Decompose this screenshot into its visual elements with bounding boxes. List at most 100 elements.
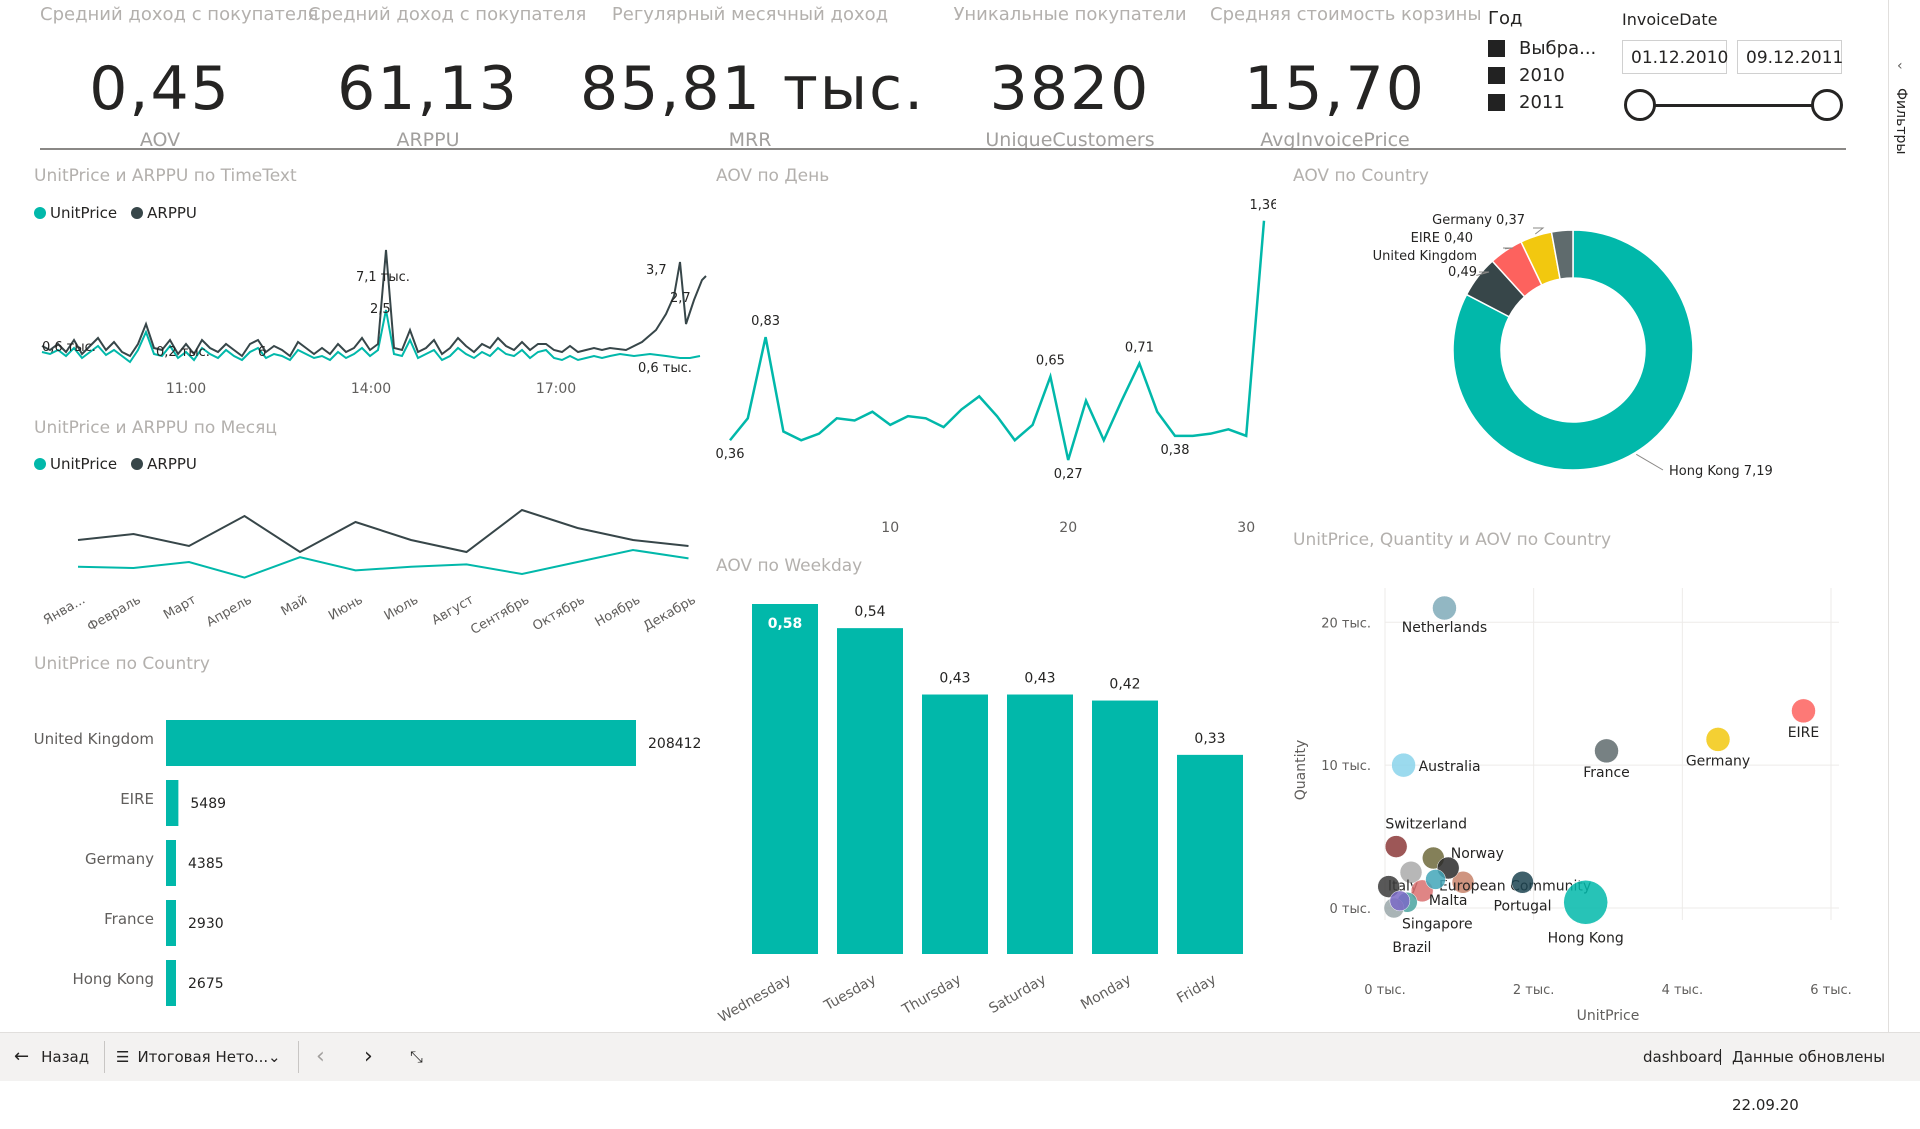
scatter-point (1594, 738, 1619, 764)
kpi-aov: Средний доход с покупателя 0,45 AOV (40, 0, 319, 151)
country-bar-value: 5489 (190, 796, 226, 812)
country-bar (166, 900, 176, 946)
kpi-caption: Средний доход с покупателя (308, 4, 587, 25)
next-page-button[interactable]: › (364, 1033, 373, 1081)
month-x-tick: Декабрь (641, 592, 699, 634)
visual-title-day: AOV по День (716, 166, 830, 186)
chart-donut[interactable]: Hong Kong 7,19 United Kingdom0,49 EIRE 0,4… (1293, 200, 1883, 500)
weekday-bar (922, 694, 988, 954)
visual-title-month: UnitPrice и ARPPU по Месяц (34, 418, 277, 438)
scatter-point-label: Brazil (1392, 940, 1431, 956)
kpi-caption: Уникальные покупатели (953, 4, 1187, 25)
scatter-point-label: Germany (1686, 753, 1750, 769)
scatter-x-tick: 6 тыс. (1810, 983, 1852, 998)
back-button[interactable]: ← Назад (14, 1033, 89, 1081)
legend-timetext: UnitPrice ARPPU (34, 204, 197, 222)
weekday-bar (1177, 754, 1243, 954)
donut-label: EIRE 0,40 (1411, 231, 1473, 246)
chart-day[interactable]: 0,36 0,83 0,65 0,27 0,71 0,38 1,36 10 20 30 (716, 196, 1276, 546)
chart-scatter[interactable]: 0 тыс. 10 тыс. 20 тыс. 0 тыс. 2 тыс. 4 тыс. 6 … (1293, 560, 1873, 1030)
date-range-end-handle[interactable] (1811, 89, 1843, 121)
year-option-label: 2011 (1519, 92, 1565, 113)
filters-pane-label[interactable]: Фильтры (1893, 88, 1909, 154)
weekday-data-label: 0,42 (1109, 677, 1140, 693)
month-x-tick: Сентябрь (468, 592, 532, 637)
scatter-point (1791, 698, 1816, 724)
weekday-x-tick: Monday (1078, 972, 1134, 1013)
chart-weekday[interactable]: 0,58 Wednesday 0,54 Tuesday 0,43 Thursday 0,43… (716, 590, 1276, 1030)
chart-country-bar[interactable]: United Kingdom 208412 EIRE 5489 Germany 4385 F… (30, 700, 720, 1020)
country-bar-category: Hong Kong (72, 970, 154, 988)
prev-page-button[interactable]: ‹ (316, 1033, 325, 1081)
legend-item-arppu[interactable]: ARPPU (131, 455, 197, 473)
fit-page-button[interactable]: ⤡ (410, 1033, 423, 1081)
footer-bar: ← Назад ☰ Итоговая Нето... ⌄ ‹ › ⤡ dashboa… (0, 1032, 1920, 1114)
page-list-icon: ☰ (116, 1048, 130, 1066)
day-x-tick: 30 (1237, 520, 1255, 536)
year-slicer-title: Год (1488, 8, 1523, 29)
day-data-label: 1,36 (1250, 198, 1276, 213)
visual-title-country-bar: UnitPrice по Country (34, 654, 210, 674)
scatter-point-label: France (1583, 765, 1630, 781)
timetext-x-tick: 14:00 (351, 381, 391, 397)
donut-leader-line (1636, 453, 1664, 471)
weekday-bar (837, 628, 903, 954)
month-x-tick: Июнь (326, 592, 365, 623)
weekday-bar (1092, 700, 1158, 954)
country-bar-category: United Kingdom (34, 730, 154, 748)
country-bar (166, 780, 179, 826)
donut-leader-line (1533, 227, 1545, 235)
country-bar (166, 720, 636, 766)
year-option-label: 2010 (1519, 65, 1565, 86)
country-bar (166, 960, 176, 1006)
visual-title-weekday: AOV по Weekday (716, 556, 863, 576)
legend-item-unitprice[interactable]: UnitPrice (34, 455, 117, 473)
donut-label: United Kingdom (1373, 249, 1477, 264)
timetext-label-6: 2,7 (670, 291, 691, 306)
scatter-point (1391, 752, 1416, 778)
kpi-value: 61,13 (337, 54, 519, 124)
scatter-point-label: Portugal (1494, 898, 1552, 914)
page-selector[interactable]: ☰ Итоговая Нето... ⌄ (116, 1033, 296, 1081)
month-x-tick: Май (279, 592, 310, 619)
year-option-2010[interactable]: 2010 (1488, 62, 1618, 89)
date-end-input[interactable]: 09.12.2011 (1737, 40, 1843, 74)
date-range-start-handle[interactable] (1624, 89, 1656, 121)
weekday-data-label: 0,43 (939, 671, 970, 687)
legend-item-unitprice[interactable]: UnitPrice (34, 204, 117, 222)
timetext-label-0: 0,6 тыс. (42, 340, 96, 355)
weekday-data-label: 0,54 (854, 604, 885, 620)
scatter-point-label: EIRE (1788, 725, 1820, 741)
chevron-left-icon[interactable]: ‹ (1897, 58, 1903, 74)
scatter-point-label: Netherlands (1402, 620, 1487, 636)
chevron-right-icon: › (364, 1044, 373, 1069)
visual-title-donut: AOV по Country (1293, 166, 1429, 186)
year-option-2011[interactable]: 2011 (1488, 89, 1618, 116)
date-range-track[interactable] (1640, 104, 1826, 107)
scatter-point (1511, 871, 1534, 894)
legend-item-arppu[interactable]: ARPPU (131, 204, 197, 222)
chart-month[interactable]: Янва...Февраль Март Апрель Май Июнь Июль Авгус… (30, 490, 710, 640)
month-x-tick: Апрель (204, 592, 254, 630)
year-option-label: Выбра... (1519, 38, 1597, 59)
chart-timetext[interactable]: 0,6 тыс. 0,2 тыс. 6 7,1 тыс. 2,5 3,7 2,7… (30, 240, 710, 400)
checkbox-icon (1488, 40, 1505, 57)
year-option-select-all[interactable]: Выбра... (1488, 35, 1618, 62)
kpi-arppu: Средний доход с покупателя 61,13 ARPPU (308, 0, 587, 151)
day-x-tick: 20 (1059, 520, 1077, 536)
weekday-data-label: 0,33 (1194, 731, 1225, 747)
weekday-x-tick: Saturday (986, 972, 1049, 1017)
kpi-mrr: Регулярный месячный доход 85,81 тыс. MRR (580, 0, 923, 151)
date-start-input[interactable]: 01.12.2010 (1622, 40, 1728, 74)
scatter-point-label: Malta (1429, 893, 1468, 909)
scatter-y-tick: 10 тыс. (1321, 759, 1371, 774)
day-data-label: 0,83 (751, 314, 780, 329)
scatter-point-label: Switzerland (1385, 817, 1467, 833)
series-arppu-line (77, 508, 689, 554)
donut-label: Germany 0,37 (1432, 213, 1525, 228)
scatter-x-tick: 0 тыс. (1364, 983, 1406, 998)
kpi-caption: Средний доход с покупателя (40, 4, 319, 25)
checkbox-icon (1488, 94, 1505, 111)
country-bar-value: 2930 (188, 916, 224, 932)
filters-pane[interactable]: ‹ Фильтры (1888, 0, 1920, 1032)
